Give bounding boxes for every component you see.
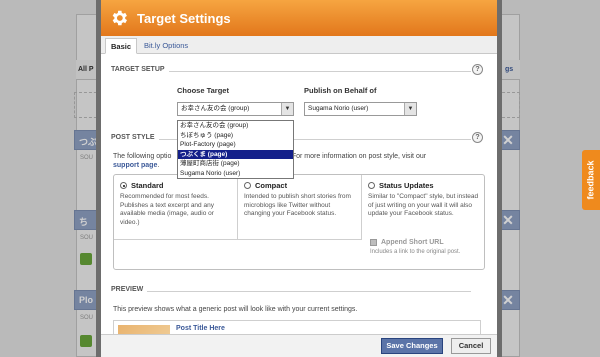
option-status-updates-desc: Similar to "Compact" style, but instead … xyxy=(368,193,479,217)
append-short-url: Append Short URL Includes a link to the … xyxy=(370,239,460,255)
preview-heading: PREVIEW xyxy=(111,286,487,296)
publish-on-behalf-value: Sugama Norio (user) xyxy=(308,105,369,112)
dropdown-option[interactable]: Sugama Norio (user) xyxy=(178,169,293,179)
dropdown-option[interactable]: 薄屋町商店街 (page) xyxy=(178,159,293,169)
preview-label: PREVIEW xyxy=(111,286,148,293)
chevron-down-icon: ▼ xyxy=(404,103,416,115)
choose-target-label: Choose Target xyxy=(177,86,229,95)
preview-post-title[interactable]: Post Title Here xyxy=(176,325,225,332)
feedback-tab[interactable]: feedback xyxy=(582,150,600,210)
dialog-content: TARGET SETUP ? Choose Target お幸さん友の会 (gr… xyxy=(101,54,497,357)
help-icon[interactable]: ? xyxy=(472,132,483,143)
support-page-link[interactable]: support page xyxy=(113,162,157,169)
tab-basic[interactable]: Basic xyxy=(105,38,138,54)
option-status-updates[interactable]: Status Updates Similar to "Compact" styl… xyxy=(362,175,486,271)
post-style-desc-end: . xyxy=(157,162,160,169)
append-short-url-desc: Includes a link to the original post. xyxy=(370,249,461,255)
divider xyxy=(114,239,362,240)
publish-on-behalf-label: Publish on Behalf of xyxy=(304,86,377,95)
choose-target-select[interactable]: お幸さん友の会 (group) ▼ xyxy=(177,102,294,116)
post-style-desc-left: The following optio xyxy=(113,153,172,160)
post-style-options: Standard Recommended for most feeds. Pub… xyxy=(113,174,485,270)
radio-standard[interactable] xyxy=(120,182,127,189)
option-standard-desc: Recommended for most feeds. Publishes a … xyxy=(120,193,214,226)
divider xyxy=(111,291,471,292)
tab-bitly-options[interactable]: Bit.ly Options xyxy=(139,38,193,54)
dialog-title: Target Settings xyxy=(137,10,231,26)
option-status-updates-title: Status Updates xyxy=(379,181,434,190)
option-compact-desc: Intended to publish short stories from m… xyxy=(244,193,351,217)
target-dropdown-list: お幸さん友の会 (group) ちぼちゅう (page) Plot-Factor… xyxy=(177,120,294,179)
option-compact[interactable]: Compact Intended to publish short storie… xyxy=(238,175,362,239)
dialog-tabs: Basic Bit.ly Options xyxy=(101,36,497,54)
post-style-label: POST STYLE xyxy=(111,134,159,141)
target-settings-dialog: Target Settings Basic Bit.ly Options TAR… xyxy=(96,0,502,357)
post-style-description: The following optio n Facebook. For more … xyxy=(113,152,485,170)
option-standard[interactable]: Standard Recommended for most feeds. Pub… xyxy=(114,175,238,239)
target-setup-label: TARGET SETUP xyxy=(111,66,169,73)
append-short-url-checkbox[interactable] xyxy=(370,239,377,246)
gear-icon xyxy=(112,10,127,26)
help-icon[interactable]: ? xyxy=(472,64,483,75)
publish-on-behalf-select[interactable]: Sugama Norio (user) ▼ xyxy=(304,102,417,116)
dropdown-option-selected[interactable]: つぶくま (page) xyxy=(178,149,293,159)
dialog-footer: Save Changes Cancel xyxy=(101,334,497,357)
radio-compact[interactable] xyxy=(244,182,251,189)
dropdown-option[interactable]: Plot-Factory (page) xyxy=(178,140,293,150)
post-style-heading: POST STYLE ? xyxy=(111,132,487,144)
append-short-url-label: Append Short URL xyxy=(381,239,444,246)
option-compact-title: Compact xyxy=(255,181,288,190)
feedback-label: feedback xyxy=(586,160,596,200)
dropdown-option[interactable]: ちぼちゅう (page) xyxy=(178,131,293,141)
preview-description: This preview shows what a generic post w… xyxy=(113,306,358,313)
dropdown-option[interactable]: お幸さん友の会 (group) xyxy=(178,121,293,131)
chevron-down-icon: ▼ xyxy=(281,103,293,115)
target-setup-heading: TARGET SETUP ? xyxy=(111,64,487,76)
save-changes-button[interactable]: Save Changes xyxy=(381,338,443,354)
radio-status-updates[interactable] xyxy=(368,182,375,189)
cancel-button[interactable]: Cancel xyxy=(451,338,491,354)
option-standard-title: Standard xyxy=(131,181,164,190)
dialog-header: Target Settings xyxy=(101,0,497,36)
choose-target-value: お幸さん友の会 (group) xyxy=(181,105,250,112)
